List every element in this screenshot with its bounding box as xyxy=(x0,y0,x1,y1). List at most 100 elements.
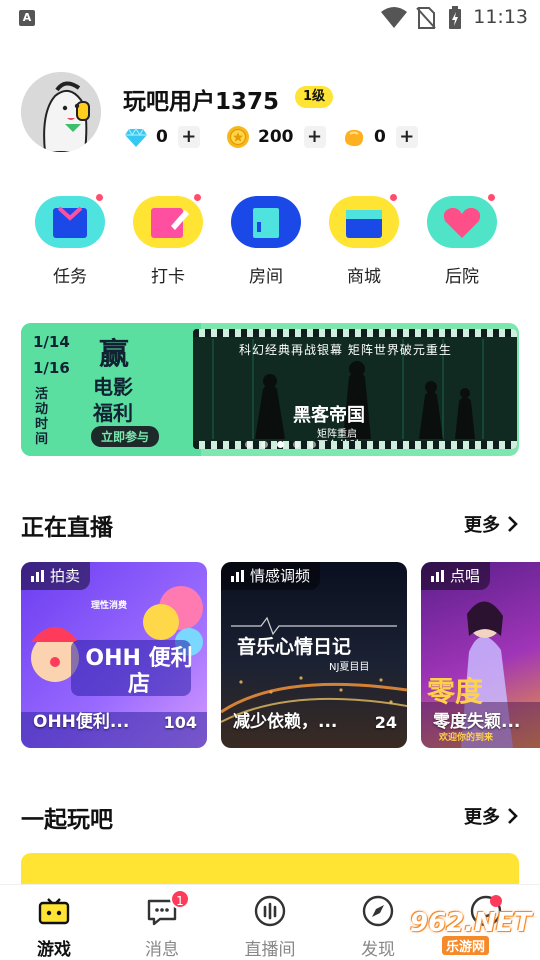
entry-backyard[interactable]: 后院 xyxy=(427,193,497,287)
wifi-icon xyxy=(381,7,407,28)
cover-caption: 理性消费 xyxy=(91,601,128,611)
diamond-icon xyxy=(125,127,147,147)
play-more-link[interactable]: 更多 xyxy=(464,803,518,829)
film-caption: 科幻经典再战银幕 矩阵世界破元重生 xyxy=(239,343,452,357)
viewer-count: 104 xyxy=(163,713,197,732)
entry-checkin-label: 打卡 xyxy=(151,267,185,287)
cover-title: 零度 xyxy=(427,675,484,708)
watermark-sub: 乐游网 xyxy=(442,936,490,955)
notification-a-icon: A xyxy=(19,10,35,26)
banner-headline-3: 福利 xyxy=(93,401,133,425)
bean-icon xyxy=(345,129,364,147)
battery-charging-icon xyxy=(449,6,461,29)
level-badge: 1级 xyxy=(295,86,334,108)
banner-dot-active[interactable] xyxy=(277,441,284,448)
status-bar: A 11:13 xyxy=(0,0,540,36)
banner-headline-2: 电影 xyxy=(93,375,133,399)
avatar[interactable] xyxy=(21,72,101,152)
banner-date-start: 1/14 xyxy=(33,333,70,351)
nav-game[interactable]: 游戏 xyxy=(14,893,94,960)
no-sim-icon xyxy=(416,7,436,29)
username: 玩吧用户1375 xyxy=(123,89,280,115)
cover-caption: NJ夏目目 xyxy=(329,662,370,673)
entry-room-label: 房间 xyxy=(249,267,283,287)
live-room-icon xyxy=(252,893,288,929)
entry-room[interactable]: 房间 xyxy=(231,196,301,287)
store-icon xyxy=(329,193,399,248)
message-unread-badge: 1 xyxy=(170,889,190,909)
film-strip-bottom xyxy=(193,441,517,449)
watermark-main: 962.NET xyxy=(410,908,532,938)
entry-task[interactable]: 任务 xyxy=(35,193,105,287)
live-tag-auction-label: 拍卖 xyxy=(50,567,81,585)
task-icon xyxy=(35,193,105,248)
entry-store[interactable]: 商城 xyxy=(329,193,399,287)
entry-store-label: 商城 xyxy=(347,267,381,287)
checkin-red-dot xyxy=(193,193,202,202)
nav-live-room[interactable]: 直播间 xyxy=(230,893,310,960)
live-room-name: OHH便利... xyxy=(33,712,130,732)
banner-dot[interactable] xyxy=(245,441,252,448)
banner-dot[interactable] xyxy=(261,441,268,448)
viewer-count: 24 xyxy=(374,713,397,732)
live-card-emotion[interactable]: 情感调频 音乐心情日记 NJ夏目目 减少依赖，... 24 xyxy=(221,562,407,748)
diamond-count: 0 xyxy=(156,127,168,147)
live-tag-auction: 拍卖 xyxy=(21,562,91,590)
live-more-label: 更多 xyxy=(464,515,500,536)
live-bars-icon xyxy=(31,570,44,582)
entry-task-label: 任务 xyxy=(53,267,87,287)
checkin-icon xyxy=(133,193,203,248)
live-more-link[interactable]: 更多 xyxy=(464,511,518,537)
bean-balance: 0 + xyxy=(342,124,418,150)
live-room-name: 零度失颖... xyxy=(433,712,521,732)
nav-message-label: 消息 xyxy=(145,940,179,960)
nav-message[interactable]: 1 消息 xyxy=(122,889,202,960)
promo-banner[interactable]: 1/14 1/16 活动时间 赢 电影 福利 立即参与 科幻经典再战银幕 矩阵世… xyxy=(21,323,519,456)
coin-count: 200 xyxy=(258,127,294,147)
live-tag-emotion: 情感调频 xyxy=(221,562,321,590)
status-time: 11:13 xyxy=(473,6,528,28)
entry-checkin[interactable]: 打卡 xyxy=(133,193,203,287)
game-icon xyxy=(36,893,72,929)
add-diamond-button[interactable]: + xyxy=(177,126,200,148)
film-title: 黑客帝国 xyxy=(293,405,365,426)
banner-join-button[interactable]: 立即参与 xyxy=(91,426,160,447)
live-card-auction[interactable]: 拍卖 理性消费 OHH 便利店 OHH便利... 104 xyxy=(21,562,207,748)
banner-dot[interactable] xyxy=(309,441,316,448)
live-tag-sing: 点唱 xyxy=(421,562,491,590)
banner-film-poster: 科幻经典再战银幕 矩阵世界破元重生 黑客帝国 矩阵重启 正在热映 xyxy=(193,329,517,449)
site-watermark: 962.NET 乐游网 xyxy=(402,906,532,956)
banner-date-end: 1/16 xyxy=(33,359,70,377)
coin-icon xyxy=(227,126,249,148)
backyard-red-dot xyxy=(487,193,496,202)
play-more-label: 更多 xyxy=(464,807,500,828)
message-icon: 1 xyxy=(144,889,190,929)
room-icon xyxy=(231,196,301,248)
avatar-mascot-icon xyxy=(21,72,101,152)
play-section-title: 一起玩吧 xyxy=(21,807,113,833)
live-card-sing[interactable]: 点唱 零度 欢迎你的到来 零度失颖... xyxy=(421,562,540,748)
cover-title: OHH 便利店 xyxy=(85,646,193,697)
nav-game-label: 游戏 xyxy=(37,940,71,960)
add-bean-button[interactable]: + xyxy=(395,126,418,148)
live-section-title: 正在直播 xyxy=(21,515,113,541)
cover-title: 音乐心情日记 xyxy=(237,636,352,658)
backyard-icon xyxy=(427,193,497,248)
task-red-dot xyxy=(95,193,104,202)
banner-dot[interactable] xyxy=(293,441,300,448)
live-bars-icon xyxy=(231,570,244,582)
banner-activity-time: 活动时间 xyxy=(35,387,49,447)
entry-backyard-label: 后院 xyxy=(445,267,479,287)
live-room-name: 减少依赖，... xyxy=(233,712,338,732)
add-coin-button[interactable]: + xyxy=(303,126,326,148)
live-bars-icon xyxy=(431,570,444,582)
banner-headline-1: 赢 xyxy=(99,337,129,372)
chevron-right-icon xyxy=(508,808,518,824)
live-tag-emotion-label: 情感调频 xyxy=(250,567,311,585)
chevron-right-icon xyxy=(508,516,518,532)
bean-count: 0 xyxy=(374,127,386,147)
discover-icon xyxy=(360,893,396,929)
nav-live-room-label: 直播间 xyxy=(244,940,296,960)
live-tag-sing-label: 点唱 xyxy=(450,567,481,585)
store-red-dot xyxy=(389,193,398,202)
